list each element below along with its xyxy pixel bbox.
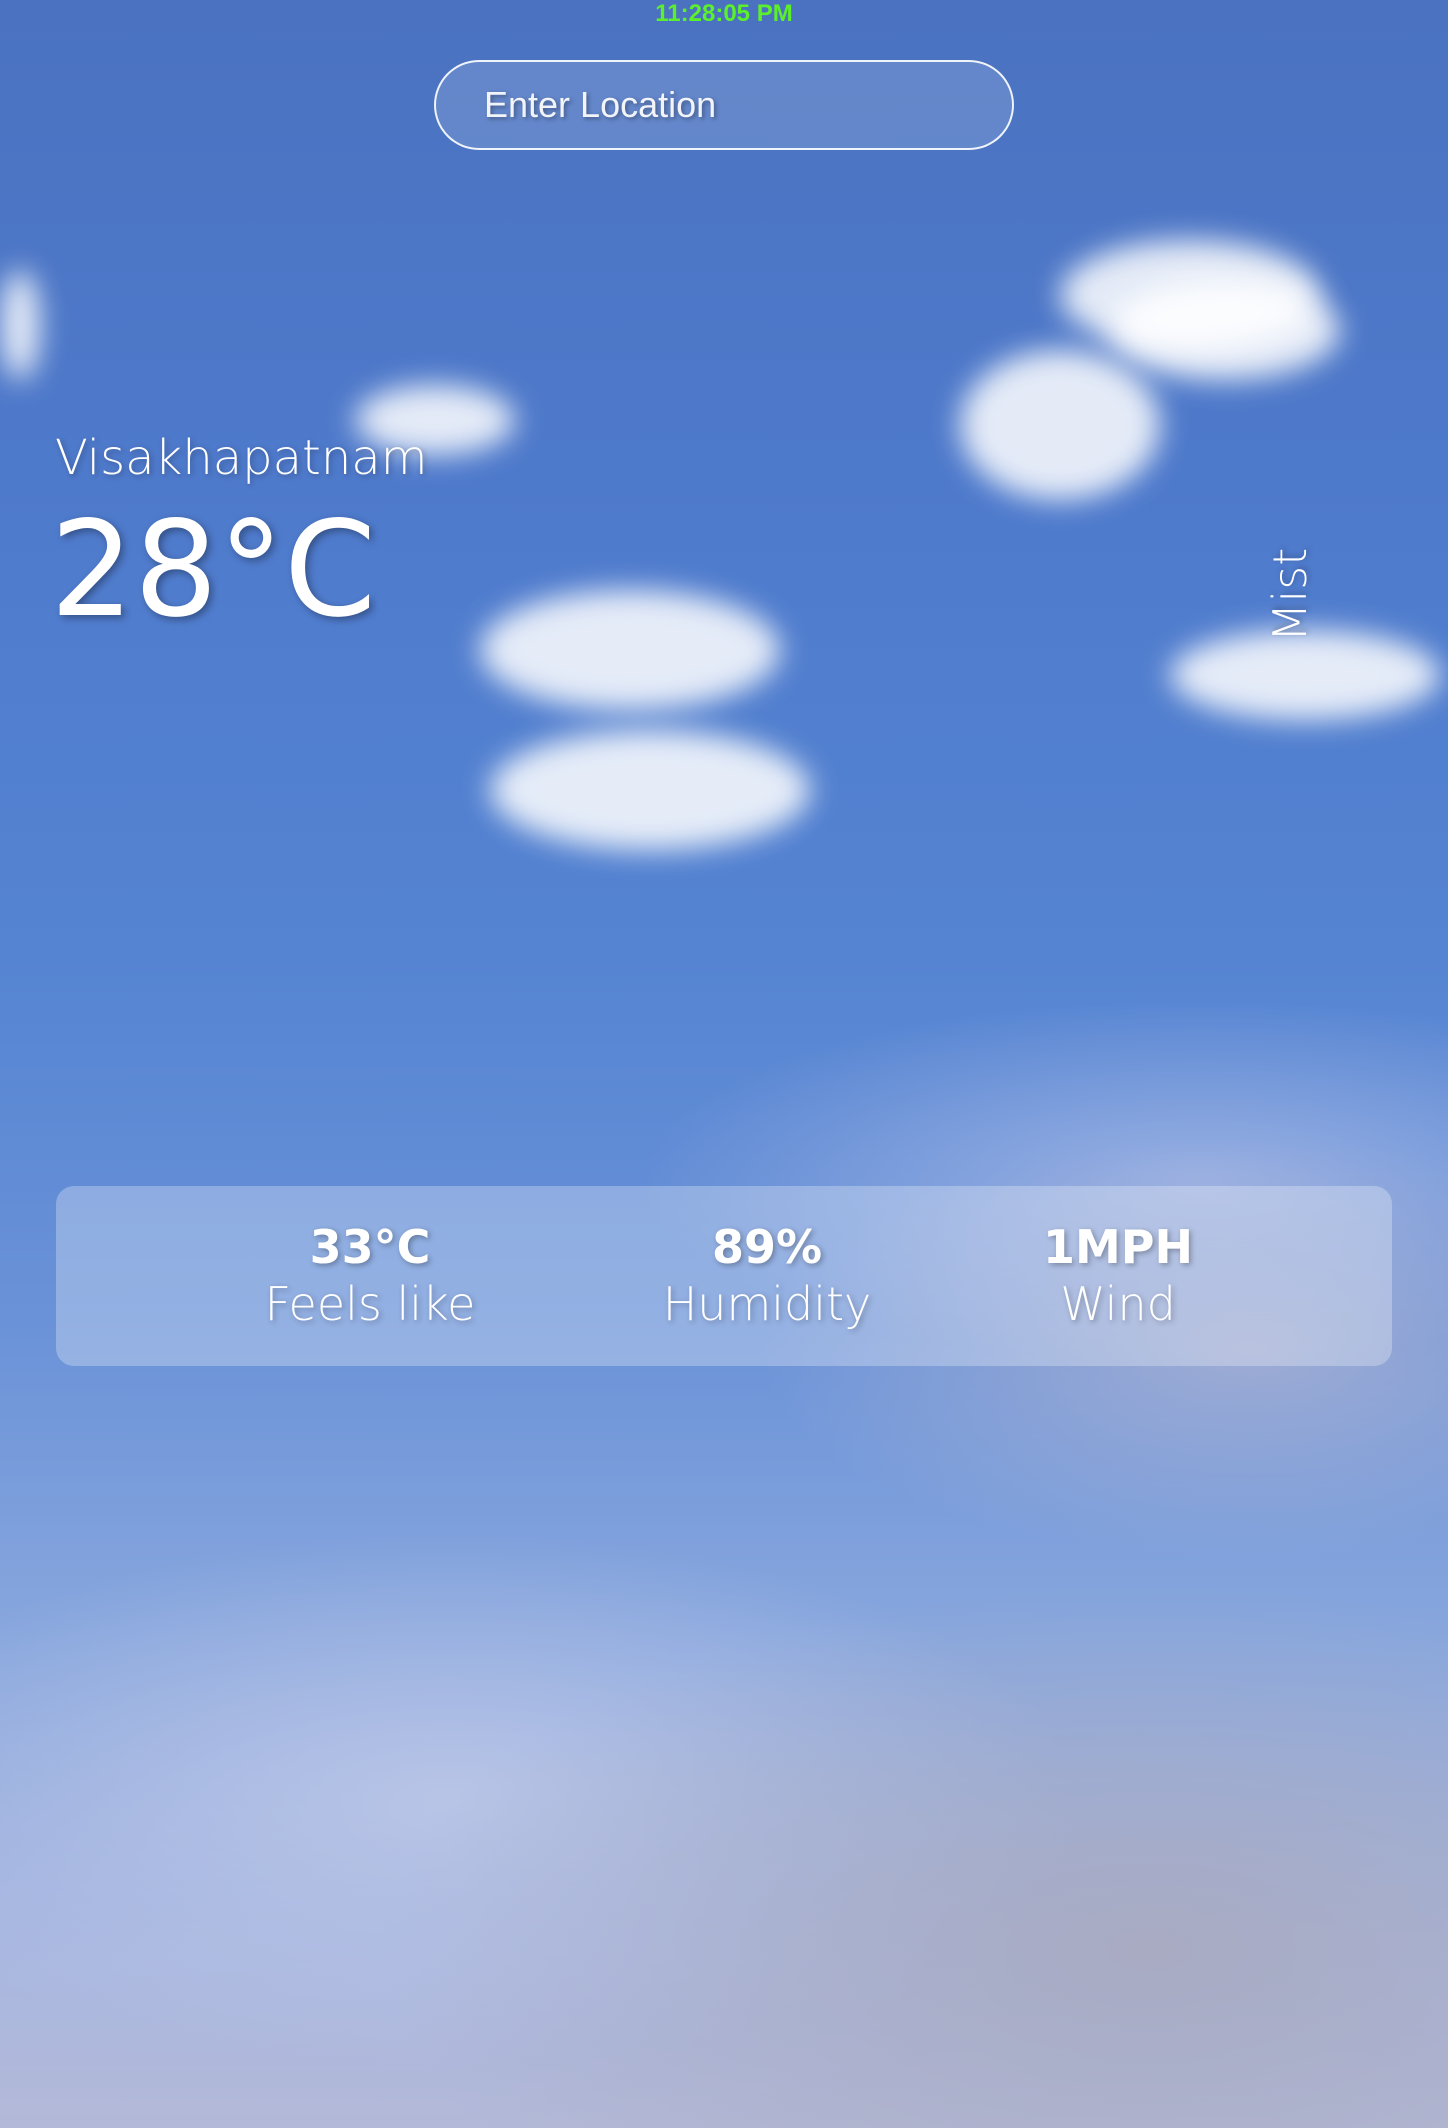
wind-value: 1MPH [1043,1220,1193,1274]
background-cloud [1110,280,1340,380]
feels-like-label: Feels like [264,1277,476,1331]
feels-like-stat: 33°C Feels like [210,1218,530,1332]
weather-details-panel: 33°C Feels like 89% Humidity 1MPH Wind [56,1186,1392,1366]
background-cloud [0,270,40,380]
weather-condition-container: Mist [1230,545,1350,645]
background-cloud [480,590,780,710]
humidity-value: 89% [711,1220,823,1274]
weather-condition: Mist [1263,547,1317,643]
background-cloud [490,730,810,850]
humidity-label: Humidity [662,1277,872,1331]
feels-like-value: 33°C [309,1220,431,1274]
humidity-stat: 89% Humidity [607,1218,927,1332]
location-search-input[interactable] [434,60,1014,150]
city-name: Visakhapatnam [55,430,428,486]
background-cloud [1060,240,1320,350]
wind-stat: 1MPH Wind [958,1218,1278,1332]
clock-time: 11:28:05 PM [655,0,793,27]
wind-label: Wind [1060,1277,1176,1331]
background-cloud [960,350,1160,500]
current-temperature: 28°C [50,493,377,647]
